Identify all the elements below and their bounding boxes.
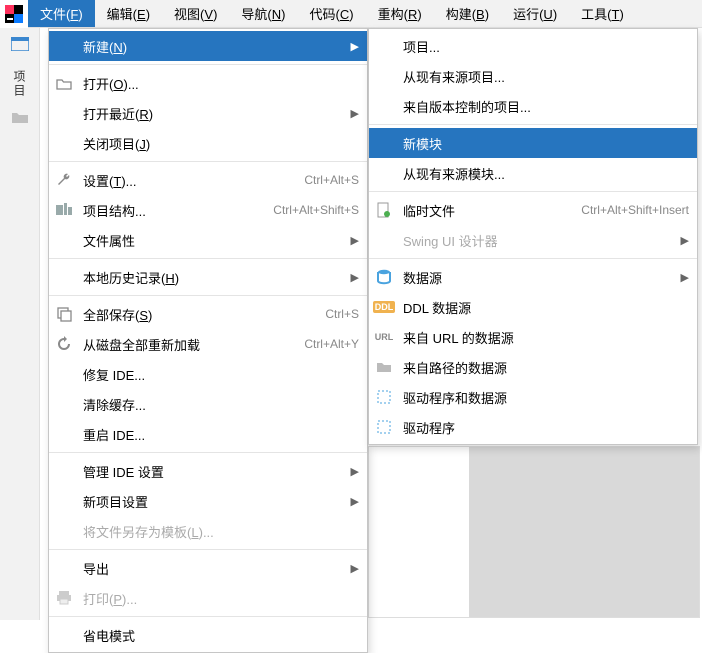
- file-menu-close-project[interactable]: 关闭项目(J): [49, 128, 367, 158]
- scratch-file-icon: [373, 199, 395, 221]
- new-driver[interactable]: 驱动程序: [369, 412, 697, 442]
- file-menu-manage-ide-settings[interactable]: 管理 IDE 设置 ▶: [49, 456, 367, 486]
- menu-separator: [369, 124, 697, 125]
- folder-icon: [373, 356, 395, 378]
- file-menu-new[interactable]: 新建(N) ▶: [49, 31, 367, 61]
- file-menu-settings[interactable]: 设置(T)... Ctrl+Alt+S: [49, 165, 367, 195]
- menubar-file[interactable]: 文件(F): [28, 0, 95, 27]
- menubar-code[interactable]: 代码(C): [298, 0, 366, 27]
- file-menu-print: 打印(P)...: [49, 583, 367, 613]
- new-submenu: 项目... 从现有来源项目... 来自版本控制的项目... 新模块 从现有来源模…: [368, 28, 698, 445]
- file-menu-save-as-template: 将文件另存为模板(L)...: [49, 516, 367, 546]
- project-tool-window-button[interactable]: [0, 28, 40, 60]
- chevron-right-icon: ▶: [347, 107, 359, 120]
- new-module-from-existing[interactable]: 从现有来源模块...: [369, 158, 697, 188]
- file-menu-new-project-settings[interactable]: 新项目设置 ▶: [49, 486, 367, 516]
- file-menu-power-save[interactable]: 省电模式: [49, 620, 367, 650]
- menu-separator: [49, 452, 367, 453]
- menu-separator: [49, 295, 367, 296]
- menu-separator: [49, 64, 367, 65]
- database-icon: [373, 266, 395, 288]
- new-project-from-existing[interactable]: 从现有来源项目...: [369, 61, 697, 91]
- new-data-source[interactable]: 数据源 ▶: [369, 262, 697, 292]
- file-menu-save-all[interactable]: 全部保存(S) Ctrl+S: [49, 299, 367, 329]
- left-tool-strip: 项目: [0, 28, 40, 620]
- driver-icon: [373, 416, 395, 438]
- ddl-icon: DDL: [373, 296, 395, 318]
- menu-separator: [369, 258, 697, 259]
- print-icon: [53, 587, 75, 609]
- window-icon: [11, 37, 29, 51]
- file-menu-file-properties[interactable]: 文件属性 ▶: [49, 225, 367, 255]
- chevron-right-icon: ▶: [347, 465, 359, 478]
- shortcut-label: Ctrl+Alt+Shift+Insert: [581, 203, 689, 217]
- wrench-icon: [53, 169, 75, 191]
- menu-separator: [49, 258, 367, 259]
- new-scratch-file[interactable]: 临时文件 Ctrl+Alt+Shift+Insert: [369, 195, 697, 225]
- menubar-build[interactable]: 构建(B): [434, 0, 501, 27]
- menubar-view[interactable]: 视图(V): [162, 0, 229, 27]
- project-structure-icon: [53, 199, 75, 221]
- menubar-navigate[interactable]: 导航(N): [229, 0, 297, 27]
- chevron-right-icon: ▶: [347, 271, 359, 284]
- save-all-icon: [53, 303, 75, 325]
- menubar-refactor[interactable]: 重构(R): [366, 0, 434, 27]
- file-menu-local-history[interactable]: 本地历史记录(H) ▶: [49, 262, 367, 292]
- folder-open-icon: [53, 72, 75, 94]
- project-label: 项目: [11, 70, 28, 98]
- file-menu: 新建(N) ▶ 打开(O)... 打开最近(R) ▶ 关闭项目(J) 设置(T)…: [48, 28, 368, 653]
- file-menu-open-recent[interactable]: 打开最近(R) ▶: [49, 98, 367, 128]
- chevron-right-icon: ▶: [347, 562, 359, 575]
- shortcut-label: Ctrl+Alt+Y: [304, 337, 359, 351]
- url-icon: URL: [373, 326, 395, 348]
- new-data-source-from-url[interactable]: URL 来自 URL 的数据源: [369, 322, 697, 352]
- menubar-edit[interactable]: 编辑(E): [95, 0, 162, 27]
- reload-icon: [53, 333, 75, 355]
- new-module[interactable]: 新模块: [369, 128, 697, 158]
- menubar-run[interactable]: 运行(U): [501, 0, 569, 27]
- file-menu-export[interactable]: 导出 ▶: [49, 553, 367, 583]
- intellij-icon: [5, 5, 23, 23]
- file-menu-reload-disk[interactable]: 从磁盘全部重新加载 Ctrl+Alt+Y: [49, 329, 367, 359]
- chevron-right-icon: ▶: [677, 271, 689, 284]
- editor-area: [368, 446, 700, 618]
- new-driver-and-data-source[interactable]: 驱动程序和数据源: [369, 382, 697, 412]
- chevron-right-icon: ▶: [677, 234, 689, 247]
- menu-separator: [49, 161, 367, 162]
- menu-separator: [49, 616, 367, 617]
- new-project-from-vcs[interactable]: 来自版本控制的项目...: [369, 91, 697, 121]
- shortcut-label: Ctrl+Alt+Shift+S: [273, 203, 359, 217]
- menubar: 文件(F) 编辑(E) 视图(V) 导航(N) 代码(C) 重构(R) 构建(B…: [0, 0, 702, 28]
- new-ddl-data-source[interactable]: DDL DDL 数据源: [369, 292, 697, 322]
- new-swing-ui-designer: Swing UI 设计器 ▶: [369, 225, 697, 255]
- app-logo: [0, 0, 28, 28]
- menu-separator: [369, 191, 697, 192]
- file-menu-restart-ide[interactable]: 重启 IDE...: [49, 419, 367, 449]
- file-menu-open[interactable]: 打开(O)...: [49, 68, 367, 98]
- file-menu-project-structure[interactable]: 项目结构... Ctrl+Alt+Shift+S: [49, 195, 367, 225]
- file-menu-repair-ide[interactable]: 修复 IDE...: [49, 359, 367, 389]
- menubar-tools[interactable]: 工具(T): [569, 0, 636, 27]
- chevron-right-icon: ▶: [347, 234, 359, 247]
- new-data-source-from-path[interactable]: 来自路径的数据源: [369, 352, 697, 382]
- chevron-right-icon: ▶: [347, 495, 359, 508]
- driver-datasource-icon: [373, 386, 395, 408]
- chevron-right-icon: ▶: [347, 40, 359, 53]
- folder-icon[interactable]: [11, 110, 29, 129]
- editor-gutter: [369, 447, 469, 617]
- shortcut-label: Ctrl+S: [325, 307, 359, 321]
- menu-separator: [49, 549, 367, 550]
- shortcut-label: Ctrl+Alt+S: [304, 173, 359, 187]
- editor-empty: [469, 447, 699, 617]
- new-project[interactable]: 项目...: [369, 31, 697, 61]
- file-menu-clear-cache[interactable]: 清除缓存...: [49, 389, 367, 419]
